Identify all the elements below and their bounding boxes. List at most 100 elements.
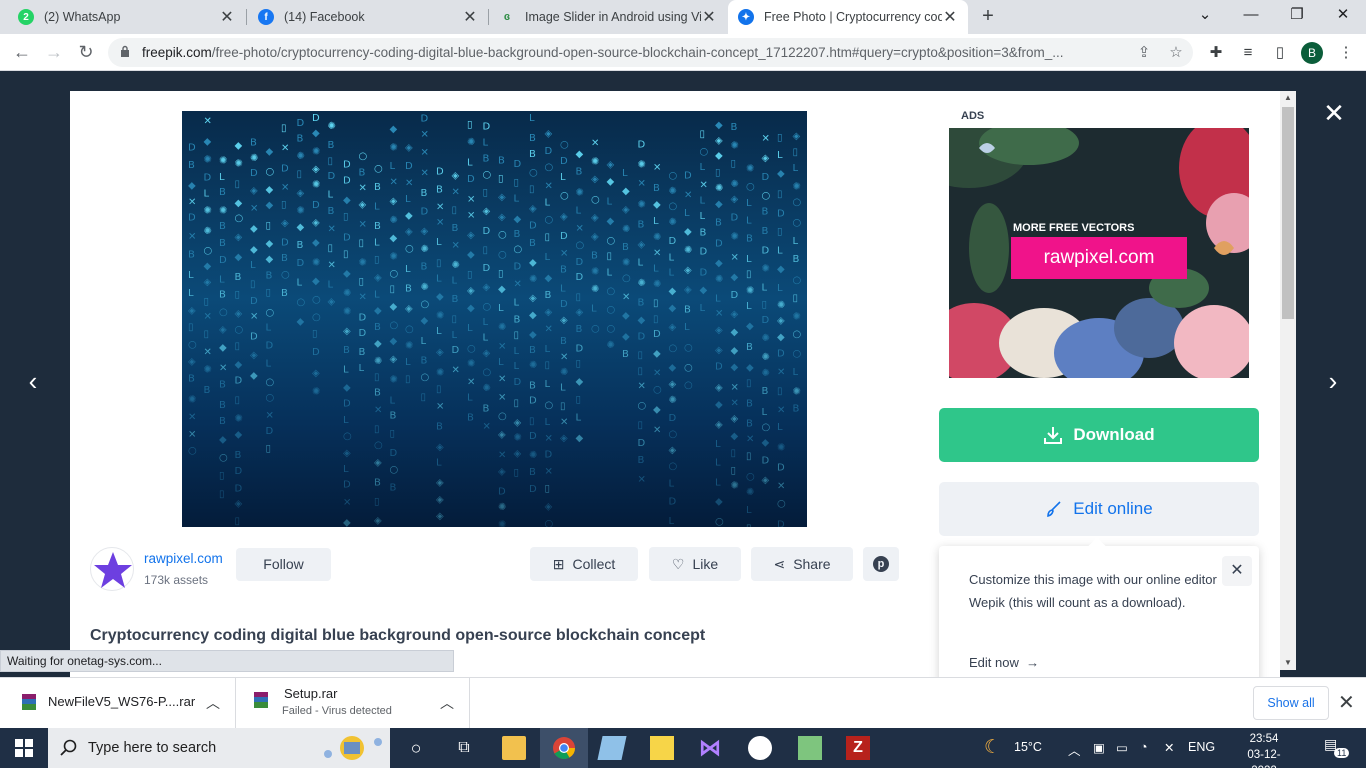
modal-scrollbar[interactable]: ▲ ▼ [1280, 91, 1296, 670]
like-button[interactable]: ♡ Like [649, 547, 741, 581]
window-close-button[interactable]: ✕ [1320, 0, 1366, 32]
chrome-taskbar-active[interactable] [540, 728, 588, 768]
crypto-glyph: L [343, 365, 349, 376]
crypto-glyph: L [514, 297, 520, 308]
close-icon[interactable]: ✕ [219, 7, 235, 27]
chevron-up-icon[interactable]: ︿ [206, 693, 220, 713]
minimize-button[interactable]: — [1228, 0, 1274, 32]
author-avatar[interactable] [90, 547, 134, 591]
scroll-thumb[interactable] [1282, 107, 1294, 319]
close-icon[interactable]: ✕ [701, 7, 717, 27]
tab-whatsapp[interactable]: 2 (2) WhatsApp ✕ [8, 0, 245, 34]
author-name-link[interactable]: rawpixel.com [144, 551, 223, 566]
previous-arrow-icon[interactable]: ‹ [18, 366, 48, 396]
address-bar[interactable]: freepik.com/free-photo/cryptocurrency-co… [108, 38, 1193, 67]
file-explorer-icon[interactable] [502, 736, 526, 760]
collect-button[interactable]: ⊞ Collect [530, 547, 638, 581]
crypto-glyph: ○ [312, 312, 321, 323]
edit-now-link[interactable]: Edit now → [969, 655, 1039, 670]
photos-app-icon[interactable] [798, 736, 822, 760]
crypto-glyph: ◆ [297, 222, 305, 233]
crypto-glyph: D [421, 207, 429, 218]
tab-freepik[interactable]: ✦ Free Photo | Cryptocurrency codi ✕ [728, 0, 968, 34]
new-tab-button[interactable]: + [976, 4, 1000, 28]
tab-image-slider[interactable]: ɞ Image Slider in Android using Vie ✕ [489, 0, 727, 34]
tab-search-chevron-icon[interactable]: ⌄ [1182, 0, 1228, 32]
app-circle-icon[interactable] [748, 736, 772, 760]
next-arrow-icon[interactable]: › [1318, 366, 1348, 396]
extensions-icon[interactable]: ✚ [1206, 43, 1226, 63]
weather-moon-icon[interactable]: ☾ [984, 736, 1001, 759]
tray-device-icon[interactable]: ▣ [1093, 740, 1105, 755]
wifi-icon[interactable]: ◔ [1140, 740, 1148, 754]
download-item[interactable]: Setup.rar Failed - Virus detected ︿ [236, 678, 470, 728]
crypto-glyph: ✕ [777, 405, 785, 416]
crypto-glyph: D [560, 231, 568, 242]
taskbar-clock[interactable]: 23:54 03-12-2022 [1238, 731, 1290, 768]
language-indicator[interactable]: ENG [1188, 740, 1215, 754]
restore-button[interactable]: ❐ [1274, 0, 1320, 32]
share-button[interactable]: ⋖ Share [751, 547, 853, 581]
media-control-icon[interactable]: ≡ [1238, 43, 1258, 63]
crypto-glyph: ◈ [669, 322, 677, 333]
ad-site-button[interactable]: rawpixel.com [1011, 237, 1187, 279]
forward-button[interactable]: → [42, 40, 66, 64]
crypto-glyph: ◈ [359, 199, 367, 210]
task-view-icon[interactable]: ⧉ [452, 736, 476, 760]
visual-studio-icon[interactable]: ⋈ [698, 736, 722, 760]
mute-speaker-icon[interactable]: ✕ [1164, 740, 1174, 755]
crypto-glyph: ◆ [188, 180, 196, 191]
photo-preview[interactable]: D B ◆ ✕ D ✕ B L L ◈ ▯ ○ ◈ B ✺ ✕ ✕ ○ ✕ ◆ ✺ D L ✺ ✺ ○ ◆ ◈ ▯ ✕ ▯ ✕ ✺ B ✺ L B ✺ B B… [182, 111, 807, 527]
chevron-up-icon[interactable]: ︿ [440, 693, 454, 713]
tab-facebook[interactable]: f (14) Facebook ✕ [248, 0, 488, 34]
cortana-icon[interactable]: ○ [404, 736, 428, 760]
scroll-down-icon[interactable]: ▼ [1280, 656, 1296, 670]
crypto-glyph: ◈ [762, 475, 770, 486]
crypto-glyph: L [374, 237, 380, 248]
filezilla-icon[interactable]: Z [846, 736, 870, 760]
download-button[interactable]: Download [939, 408, 1259, 462]
bookmark-star-icon[interactable]: ☆ [1166, 43, 1186, 63]
close-downloads-icon[interactable]: ✕ [1338, 690, 1355, 715]
share-page-icon[interactable]: ⇪ [1134, 43, 1154, 63]
crypto-glyph: ○ [498, 229, 507, 240]
battery-icon[interactable]: ▭ [1116, 740, 1128, 755]
crypto-glyph: D [452, 345, 460, 356]
popover-close-icon[interactable]: ✕ [1222, 556, 1252, 586]
crypto-glyph: ◆ [669, 362, 677, 373]
crypto-glyph: ◈ [436, 494, 444, 505]
pinterest-button[interactable]: p [863, 547, 899, 581]
sticky-notes-icon[interactable] [650, 736, 674, 760]
notification-count: 11 [1334, 748, 1350, 758]
follow-button[interactable]: Follow [236, 548, 331, 581]
edit-online-button[interactable]: Edit online [939, 482, 1259, 536]
windows-start-icon[interactable] [15, 739, 33, 757]
crypto-glyph: L [297, 278, 303, 289]
profile-avatar[interactable]: B [1301, 42, 1323, 64]
download-item[interactable]: NewFileV5_WS76-P....rar ︿ [0, 678, 236, 728]
crypto-glyph: ✺ [312, 146, 320, 157]
close-icon[interactable]: ✕ [942, 7, 958, 27]
menu-dots-icon[interactable]: ⋮ [1336, 43, 1356, 63]
weather-temp[interactable]: 15°C [1014, 740, 1042, 754]
crypto-glyph: D [250, 296, 258, 307]
close-icon[interactable]: ✕ [462, 7, 478, 27]
taskbar-search[interactable]: Type here to search [48, 728, 390, 768]
downloads-bar: NewFileV5_WS76-P....rar ︿ Setup.rar Fail… [0, 677, 1366, 728]
scroll-up-icon[interactable]: ▲ [1280, 91, 1296, 105]
ad-banner[interactable]: MORE FREE VECTORS rawpixel.com [949, 128, 1249, 378]
clock-time: 23:54 [1249, 733, 1279, 745]
crypto-glyph: ○ [653, 384, 662, 395]
notepad-icon[interactable] [597, 736, 627, 760]
crypto-glyph: ✺ [715, 183, 723, 194]
side-panel-icon[interactable]: ▯ [1270, 43, 1290, 63]
tray-chevron-icon[interactable]: ︿ [1068, 740, 1081, 759]
show-all-button[interactable]: Show all [1253, 686, 1329, 720]
crypto-glyph: L [715, 477, 721, 488]
back-button[interactable]: ← [10, 40, 34, 64]
crypto-glyph: B [328, 140, 335, 151]
crypto-glyph: ✕ [498, 342, 506, 353]
crypto-glyph: ◈ [498, 467, 506, 478]
close-modal-icon[interactable]: ✕ [1320, 99, 1348, 127]
reload-button[interactable]: ↻ [74, 40, 98, 64]
